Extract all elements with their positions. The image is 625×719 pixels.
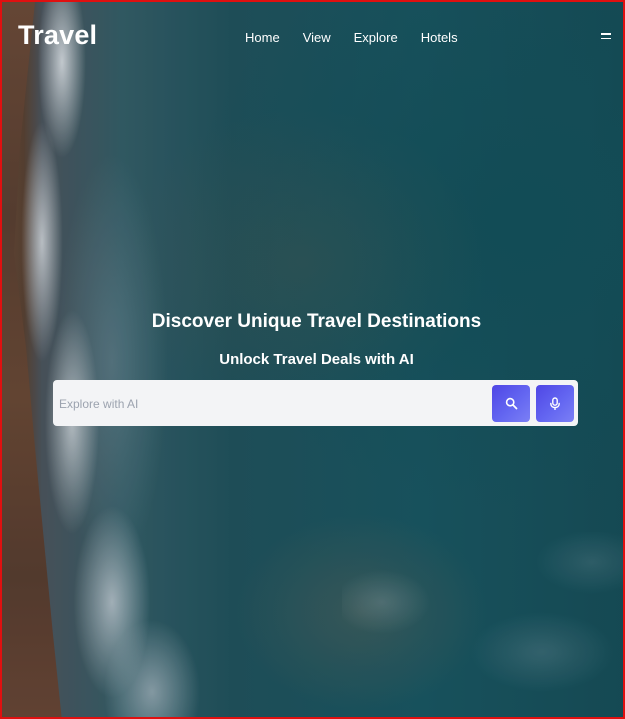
nav-link-explore[interactable]: Explore	[354, 30, 398, 45]
search-icon	[505, 397, 517, 410]
nav-link-home[interactable]: Home	[245, 30, 280, 45]
voice-search-button[interactable]	[536, 385, 574, 422]
nav-link-view[interactable]: View	[303, 30, 331, 45]
microphone-icon	[550, 396, 560, 410]
hero-subtitle: Unlock Travel Deals with AI	[219, 351, 414, 368]
hamburger-icon[interactable]	[601, 33, 611, 41]
nav-link-hotels[interactable]: Hotels	[421, 30, 458, 45]
page-frame: Travel Home View Explore Hotels Discover…	[0, 0, 625, 719]
hero-title: Discover Unique Travel Destinations	[151, 311, 482, 332]
main-nav: Home View Explore Hotels	[245, 30, 481, 45]
search-input[interactable]	[57, 388, 481, 420]
search-button[interactable]	[492, 385, 530, 422]
search-bar	[53, 380, 578, 426]
site-logo[interactable]: Travel	[18, 20, 97, 51]
site-header: Travel Home View Explore Hotels	[2, 2, 623, 74]
